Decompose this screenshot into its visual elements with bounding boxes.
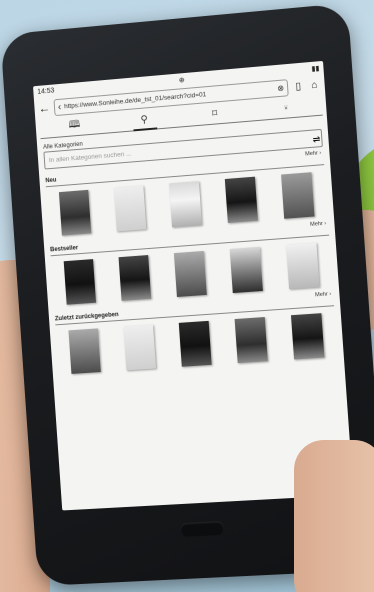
tab-user-icon[interactable]: ⍤ (265, 100, 306, 114)
filter-icon[interactable]: ⇌ (312, 134, 320, 146)
ereader-screen: 14:53 ⊕ ▮▮ ← ‹ https://www.Sonleihe.de/d… (33, 61, 354, 511)
book-cover[interactable] (169, 181, 202, 227)
book-cover[interactable] (179, 321, 212, 367)
book-cover[interactable] (225, 177, 258, 223)
book-cover[interactable] (286, 243, 319, 289)
book-cover[interactable] (291, 313, 325, 359)
book-cover[interactable] (235, 317, 268, 363)
book-cover[interactable] (119, 255, 152, 301)
battery-icon: ▮▮ (311, 64, 319, 73)
chevron-left-icon[interactable]: ‹ (58, 101, 62, 112)
book-cover[interactable] (281, 172, 314, 219)
bookmark-icon[interactable]: ▯ (292, 80, 305, 92)
right-hand (294, 440, 374, 592)
book-cover[interactable] (123, 325, 156, 371)
book-cover[interactable] (174, 251, 207, 297)
book-cover[interactable] (68, 328, 100, 373)
tab-book-icon[interactable]: 🕮 (54, 115, 94, 135)
book-cover[interactable] (230, 247, 263, 293)
library-icon[interactable]: ⌂ (308, 79, 321, 91)
book-cover[interactable] (59, 190, 91, 236)
book-cover[interactable] (64, 259, 96, 305)
time: 14:53 (37, 87, 55, 95)
reload-icon[interactable]: ⊗ (277, 83, 284, 93)
back-button[interactable]: ← (38, 101, 51, 116)
search-placeholder: In allen Kategorien suchen ... (49, 150, 132, 164)
photo-scene: 14:53 ⊕ ▮▮ ← ‹ https://www.Sonleihe.de/d… (0, 0, 374, 592)
tab-search-icon[interactable]: ⚲ (124, 112, 164, 126)
center-indicator: ⊕ (178, 76, 184, 84)
tab-tag-icon[interactable]: ⌑ (194, 106, 235, 120)
home-button[interactable] (180, 521, 225, 537)
book-cover[interactable] (114, 185, 147, 231)
